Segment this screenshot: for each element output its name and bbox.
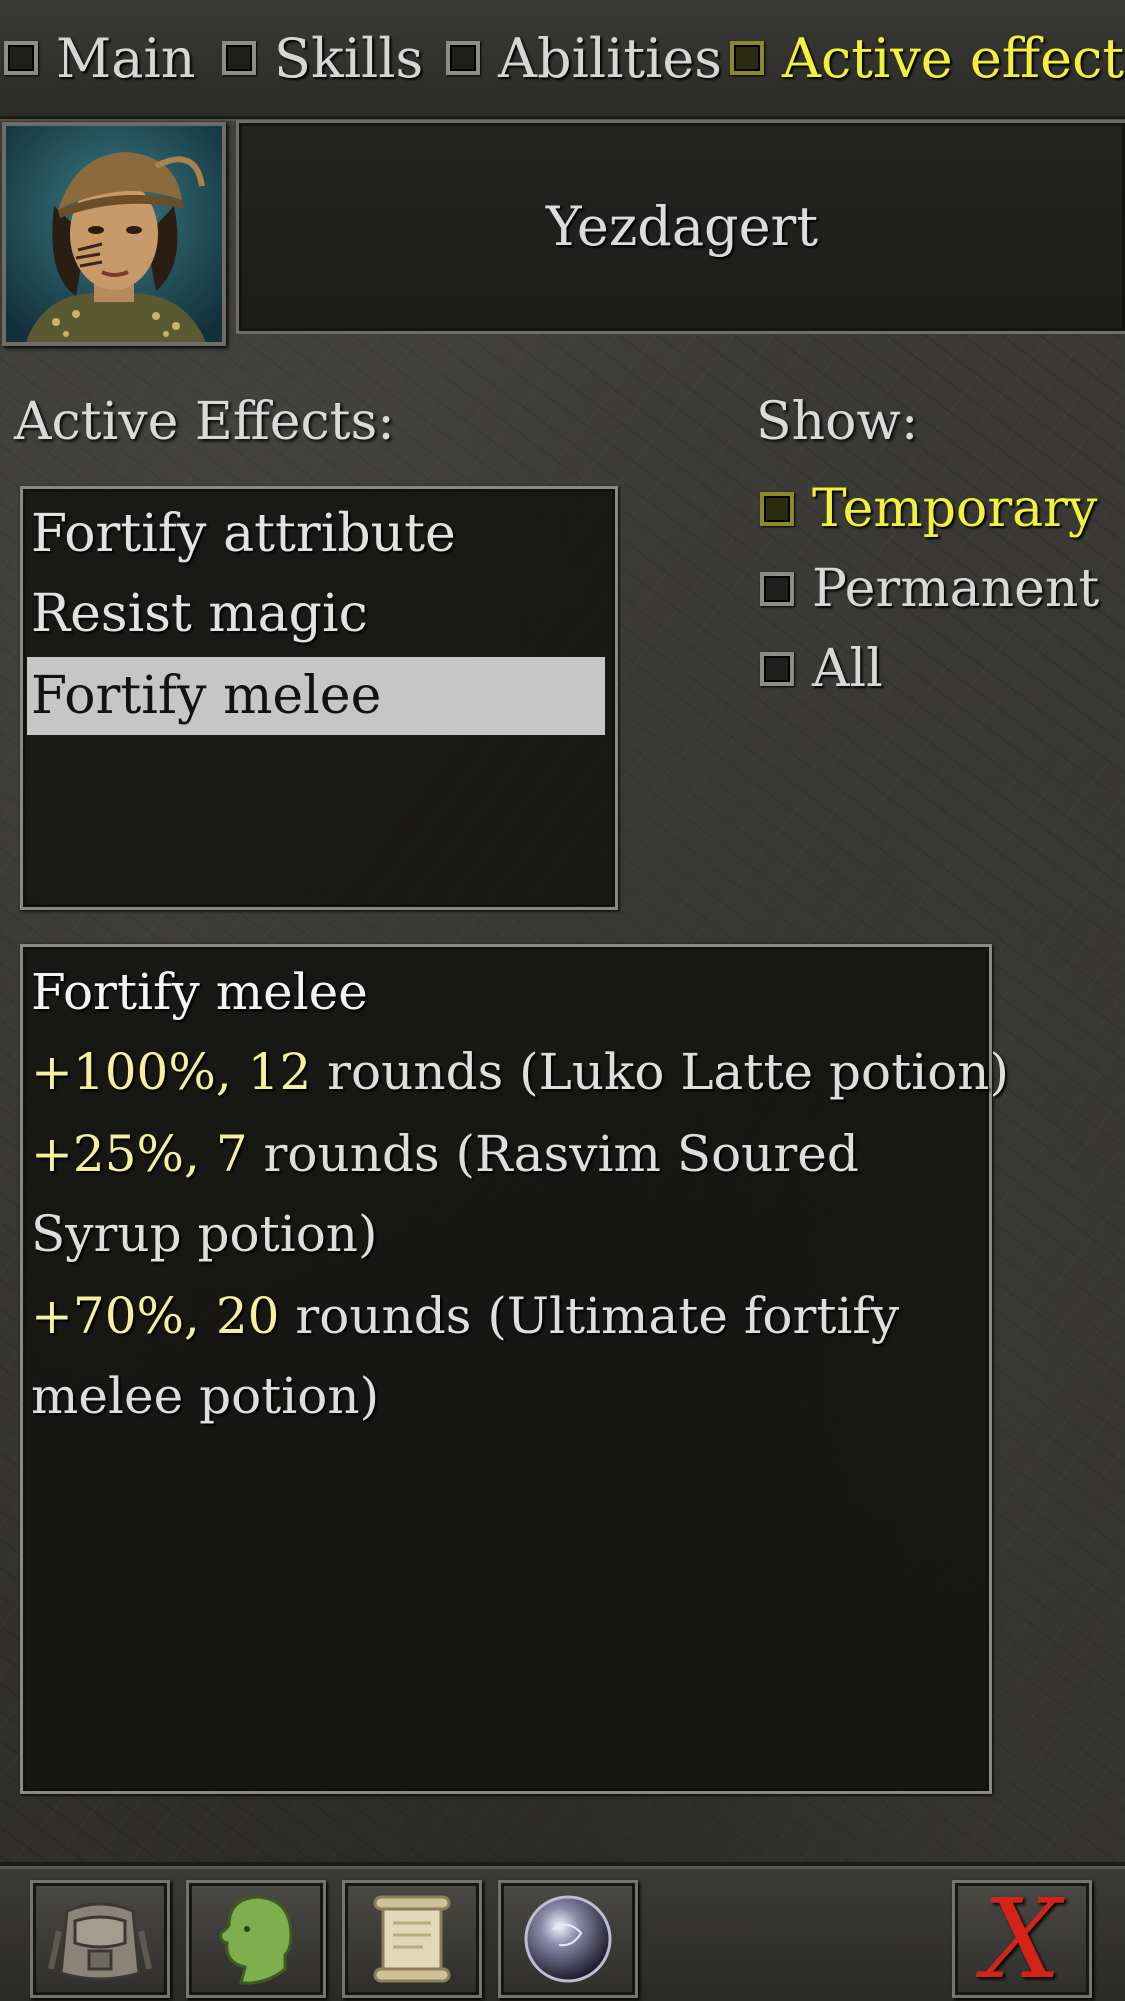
bottom-toolbar: X [0,1862,1125,2001]
tab-main-checkbox [4,41,38,75]
entry-rounds: 20 [215,1287,280,1345]
tab-active-effects-checkbox [730,41,764,75]
show-option-all[interactable]: All [760,634,883,704]
entry-source: rounds (Luko Latte potion) [311,1043,1010,1101]
tab-main[interactable]: Main [4,18,196,98]
head-icon [219,1895,293,1985]
character-portrait [2,122,226,346]
character-button[interactable] [186,1880,326,1998]
effect-details-panel: Fortify melee +100%, 12 rounds (Luko Lat… [20,944,1009,1794]
backpack-icon [48,1902,152,1981]
close-button[interactable]: X [952,1880,1092,1998]
entry-percent: +25%, [31,1125,200,1183]
entry-rounds: 12 [247,1043,312,1101]
tab-bar: Main Skills Abilities Active effects [0,0,1125,119]
character-name: Yezdagert [545,195,819,258]
all-label: All [812,639,883,699]
tab-active-effects-label: Active effects [782,26,1125,90]
scroll-icon [373,1895,451,1983]
effects-list[interactable]: Fortify attribute Resist magic Fortify m… [20,486,618,910]
tab-main-label: Main [56,26,196,90]
close-icon: X [982,1875,1062,2001]
show-option-permanent[interactable]: Permanent [760,554,1099,624]
effect-entry-continuation: Syrup potion) [31,1205,378,1263]
tab-skills-label: Skills [274,26,424,90]
tab-skills[interactable]: Skills [222,18,423,98]
active-effects-heading: Active Effects: [14,392,395,452]
temporary-checkbox [760,492,794,526]
entry-rounds: 7 [215,1125,248,1183]
effect-entry: +100%, 12 rounds (Luko Latte potion) [31,1043,1009,1101]
magic-button[interactable] [498,1880,638,1998]
permanent-label: Permanent [812,559,1100,619]
entry-percent: +100%, [31,1043,232,1101]
show-option-temporary[interactable]: Temporary [760,474,1097,544]
tab-active-effects[interactable]: Active effects [730,18,1125,98]
permanent-checkbox [760,572,794,606]
entry-percent: +70%, [31,1287,200,1345]
effect-entry: +70%, 20 rounds (Ultimate fortify [31,1287,899,1345]
tab-skills-checkbox [222,41,256,75]
effect-entry-continuation: melee potion) [31,1367,380,1425]
show-heading: Show: [756,392,919,452]
orb-icon [524,1895,612,1983]
tab-abilities-label: Abilities [498,26,723,90]
list-item[interactable]: Resist magic [27,575,605,653]
effect-details-title: Fortify melee [31,963,368,1021]
effect-entry: +25%, 7 rounds (Rasvim Soured [31,1125,859,1183]
tab-abilities[interactable]: Abilities [446,18,722,98]
temporary-label: Temporary [812,479,1098,539]
list-item[interactable]: Fortify attribute [27,495,605,573]
portrait-image [6,126,222,342]
list-item-selected[interactable]: Fortify melee [27,657,605,735]
character-name-banner: Yezdagert [236,120,1125,334]
tab-abilities-checkbox [446,41,480,75]
entry-source: rounds (Ultimate fortify [279,1287,900,1345]
journal-button[interactable] [342,1880,482,1998]
inventory-button[interactable] [30,1880,170,1998]
all-checkbox [760,652,794,686]
entry-source: rounds (Rasvim Soured [247,1125,859,1183]
